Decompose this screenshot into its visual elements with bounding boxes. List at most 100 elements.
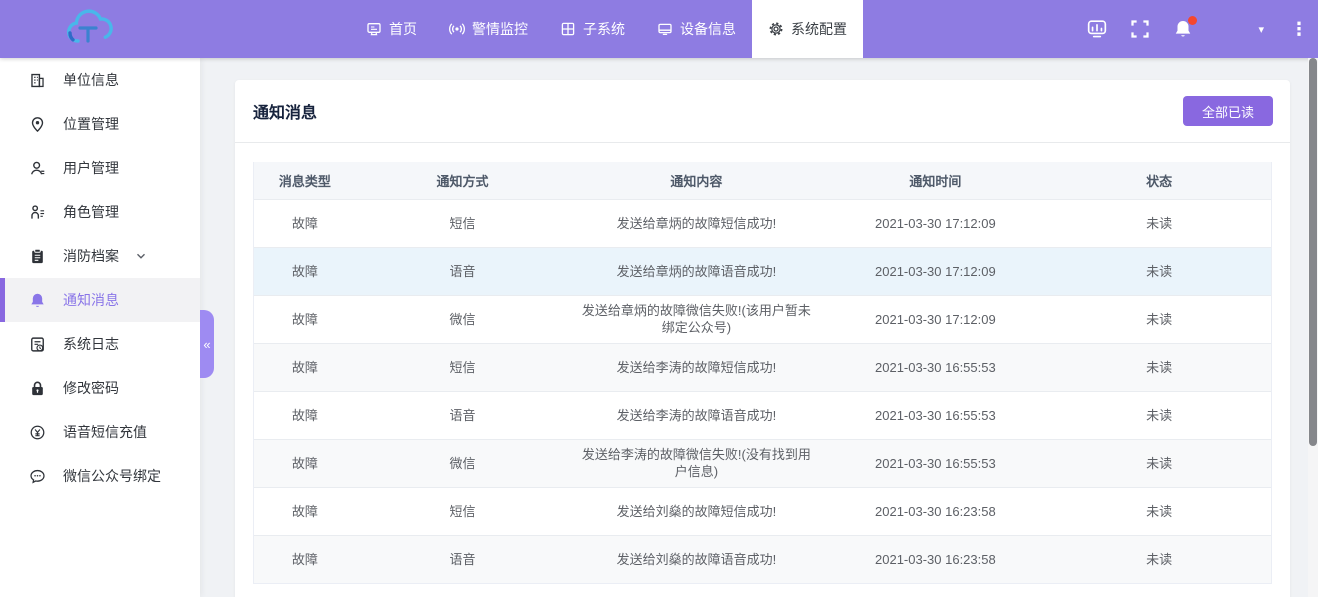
table-cell: 未读 — [1047, 439, 1271, 487]
nav-item-3[interactable]: 设备信息 — [641, 0, 752, 58]
more-options-icon[interactable]: ⋮ — [1290, 19, 1308, 40]
table-row[interactable]: 故障语音发送给刘燊的故障语音成功!2021-03-30 16:23:58未读 — [254, 535, 1271, 583]
clipboard-icon — [29, 248, 46, 265]
bell-icon — [29, 292, 46, 309]
dashboard-chart-icon[interactable] — [1086, 18, 1108, 40]
table-cell: 未读 — [1047, 343, 1271, 391]
table-cell: 未读 — [1047, 535, 1271, 583]
column-header-1: 通知方式 — [356, 162, 570, 199]
sidebar-item-label: 角色管理 — [63, 202, 119, 222]
sidebar-item-3[interactable]: 角色管理 — [0, 190, 200, 234]
grid-icon — [560, 21, 576, 37]
sidebar-item-label: 语音短信充值 — [63, 422, 147, 442]
mark-all-read-button[interactable]: 全部已读 — [1183, 96, 1273, 126]
table-cell: 2021-03-30 16:55:53 — [824, 343, 1048, 391]
table-cell: 发送给章炳的故障短信成功! — [569, 199, 823, 247]
nav-item-label: 系统配置 — [791, 19, 847, 39]
topbar-nav: 首页 警情监控 子系统 设备信息 系统配置 — [350, 0, 863, 58]
nav-item-label: 子系统 — [583, 19, 625, 39]
sidebar-item-4[interactable]: 消防档案 — [0, 234, 200, 278]
page-scrollbar — [1308, 58, 1318, 597]
table-cell: 故障 — [254, 439, 356, 487]
table-cell: 微信 — [356, 439, 570, 487]
table-cell: 2021-03-30 16:23:58 — [824, 487, 1048, 535]
cloud-logo-icon — [60, 8, 130, 50]
table-cell: 发送给李涛的故障微信失败!(没有找到用户信息) — [569, 439, 823, 487]
table-cell: 发送给章炳的故障微信失败!(该用户暂未绑定公众号) — [569, 295, 823, 343]
fullscreen-icon[interactable] — [1129, 18, 1151, 40]
sidebar-item-label: 系统日志 — [63, 334, 119, 354]
nav-item-0[interactable]: 首页 — [350, 0, 433, 58]
table-cell: 故障 — [254, 199, 356, 247]
nav-item-1[interactable]: 警情监控 — [433, 0, 544, 58]
nav-item-2[interactable]: 子系统 — [544, 0, 641, 58]
sidebar-item-9[interactable]: 微信公众号绑定 — [0, 454, 200, 498]
table-cell: 发送给李涛的故障语音成功! — [569, 391, 823, 439]
gear-icon — [768, 21, 784, 37]
nav-item-label: 首页 — [389, 19, 417, 39]
table-row[interactable]: 故障语音发送给李涛的故障语音成功!2021-03-30 16:55:53未读 — [254, 391, 1271, 439]
table-cell: 故障 — [254, 343, 356, 391]
pin-icon — [29, 116, 46, 133]
page-title: 通知消息 — [253, 99, 317, 123]
table-cell: 短信 — [356, 343, 570, 391]
sidebar-item-5[interactable]: 通知消息 — [0, 278, 200, 322]
table-cell: 短信 — [356, 487, 570, 535]
table-cell: 2021-03-30 16:55:53 — [824, 439, 1048, 487]
sidebar-collapse-handle[interactable]: « — [200, 310, 214, 378]
topbar: 首页 警情监控 子系统 设备信息 系统配置 ▾ ⋮ — [0, 0, 1318, 58]
device-icon — [657, 21, 673, 37]
monitor-icon — [366, 21, 382, 37]
table-cell: 2021-03-30 17:12:09 — [824, 295, 1048, 343]
scrollbar-thumb[interactable] — [1309, 58, 1317, 446]
sidebar-item-label: 用户管理 — [63, 158, 119, 178]
building-icon — [29, 72, 46, 89]
table-cell: 发送给章炳的故障语音成功! — [569, 247, 823, 295]
table-cell: 2021-03-30 17:12:09 — [824, 199, 1048, 247]
table-cell: 2021-03-30 16:55:53 — [824, 391, 1048, 439]
sidebar-item-1[interactable]: 位置管理 — [0, 102, 200, 146]
table-cell: 语音 — [356, 391, 570, 439]
nav-item-4[interactable]: 系统配置 — [752, 0, 863, 58]
table-header: 消息类型通知方式通知内容通知时间状态 — [254, 162, 1271, 199]
sidebar-item-7[interactable]: 修改密码 — [0, 366, 200, 410]
table-cell: 未读 — [1047, 487, 1271, 535]
sidebar-item-6[interactable]: 系统日志 — [0, 322, 200, 366]
table-cell: 未读 — [1047, 391, 1271, 439]
role-icon — [29, 204, 46, 221]
bell-icon[interactable] — [1172, 18, 1194, 40]
table-row[interactable]: 故障短信发送给刘燊的故障短信成功!2021-03-30 16:23:58未读 — [254, 487, 1271, 535]
table-row[interactable]: 故障微信发送给李涛的故障微信失败!(没有找到用户信息)2021-03-30 16… — [254, 439, 1271, 487]
table-row[interactable]: 故障语音发送给章炳的故障语音成功!2021-03-30 17:12:09未读 — [254, 247, 1271, 295]
column-header-4: 状态 — [1047, 162, 1271, 199]
table-cell: 2021-03-30 16:23:58 — [824, 535, 1048, 583]
user-dropdown-caret-icon[interactable]: ▾ — [1258, 23, 1264, 36]
table-cell: 故障 — [254, 295, 356, 343]
column-header-2: 通知内容 — [569, 162, 823, 199]
chat-icon — [29, 468, 46, 485]
sidebar-item-label: 消防档案 — [63, 246, 119, 266]
table-row[interactable]: 故障短信发送给李涛的故障短信成功!2021-03-30 16:55:53未读 — [254, 343, 1271, 391]
table-cell: 语音 — [356, 535, 570, 583]
table-cell: 发送给刘燊的故障短信成功! — [569, 487, 823, 535]
sidebar-item-0[interactable]: 单位信息 — [0, 58, 200, 102]
table-cell: 未读 — [1047, 295, 1271, 343]
sidebar-item-8[interactable]: 语音短信充值 — [0, 410, 200, 454]
table-cell: 故障 — [254, 535, 356, 583]
notification-badge — [1188, 16, 1197, 25]
broadcast-icon — [449, 21, 465, 37]
table-cell: 发送给刘燊的故障语音成功! — [569, 535, 823, 583]
sidebar-item-2[interactable]: 用户管理 — [0, 146, 200, 190]
table-cell: 未读 — [1047, 247, 1271, 295]
nav-item-label: 警情监控 — [472, 19, 528, 39]
table-row[interactable]: 故障短信发送给章炳的故障短信成功!2021-03-30 17:12:09未读 — [254, 199, 1271, 247]
coin-icon — [29, 424, 46, 441]
table-row[interactable]: 故障微信发送给章炳的故障微信失败!(该用户暂未绑定公众号)2021-03-30 … — [254, 295, 1271, 343]
notifications-card: 通知消息 全部已读 消息类型通知方式通知内容通知时间状态 故障短信发送给章炳的故… — [235, 80, 1290, 597]
nav-item-label: 设备信息 — [680, 19, 736, 39]
table-cell: 2021-03-30 17:12:09 — [824, 247, 1048, 295]
table-cell: 故障 — [254, 247, 356, 295]
sidebar-item-label: 微信公众号绑定 — [63, 466, 161, 486]
sidebar-item-label: 通知消息 — [63, 290, 119, 310]
card-header: 通知消息 全部已读 — [235, 80, 1290, 143]
